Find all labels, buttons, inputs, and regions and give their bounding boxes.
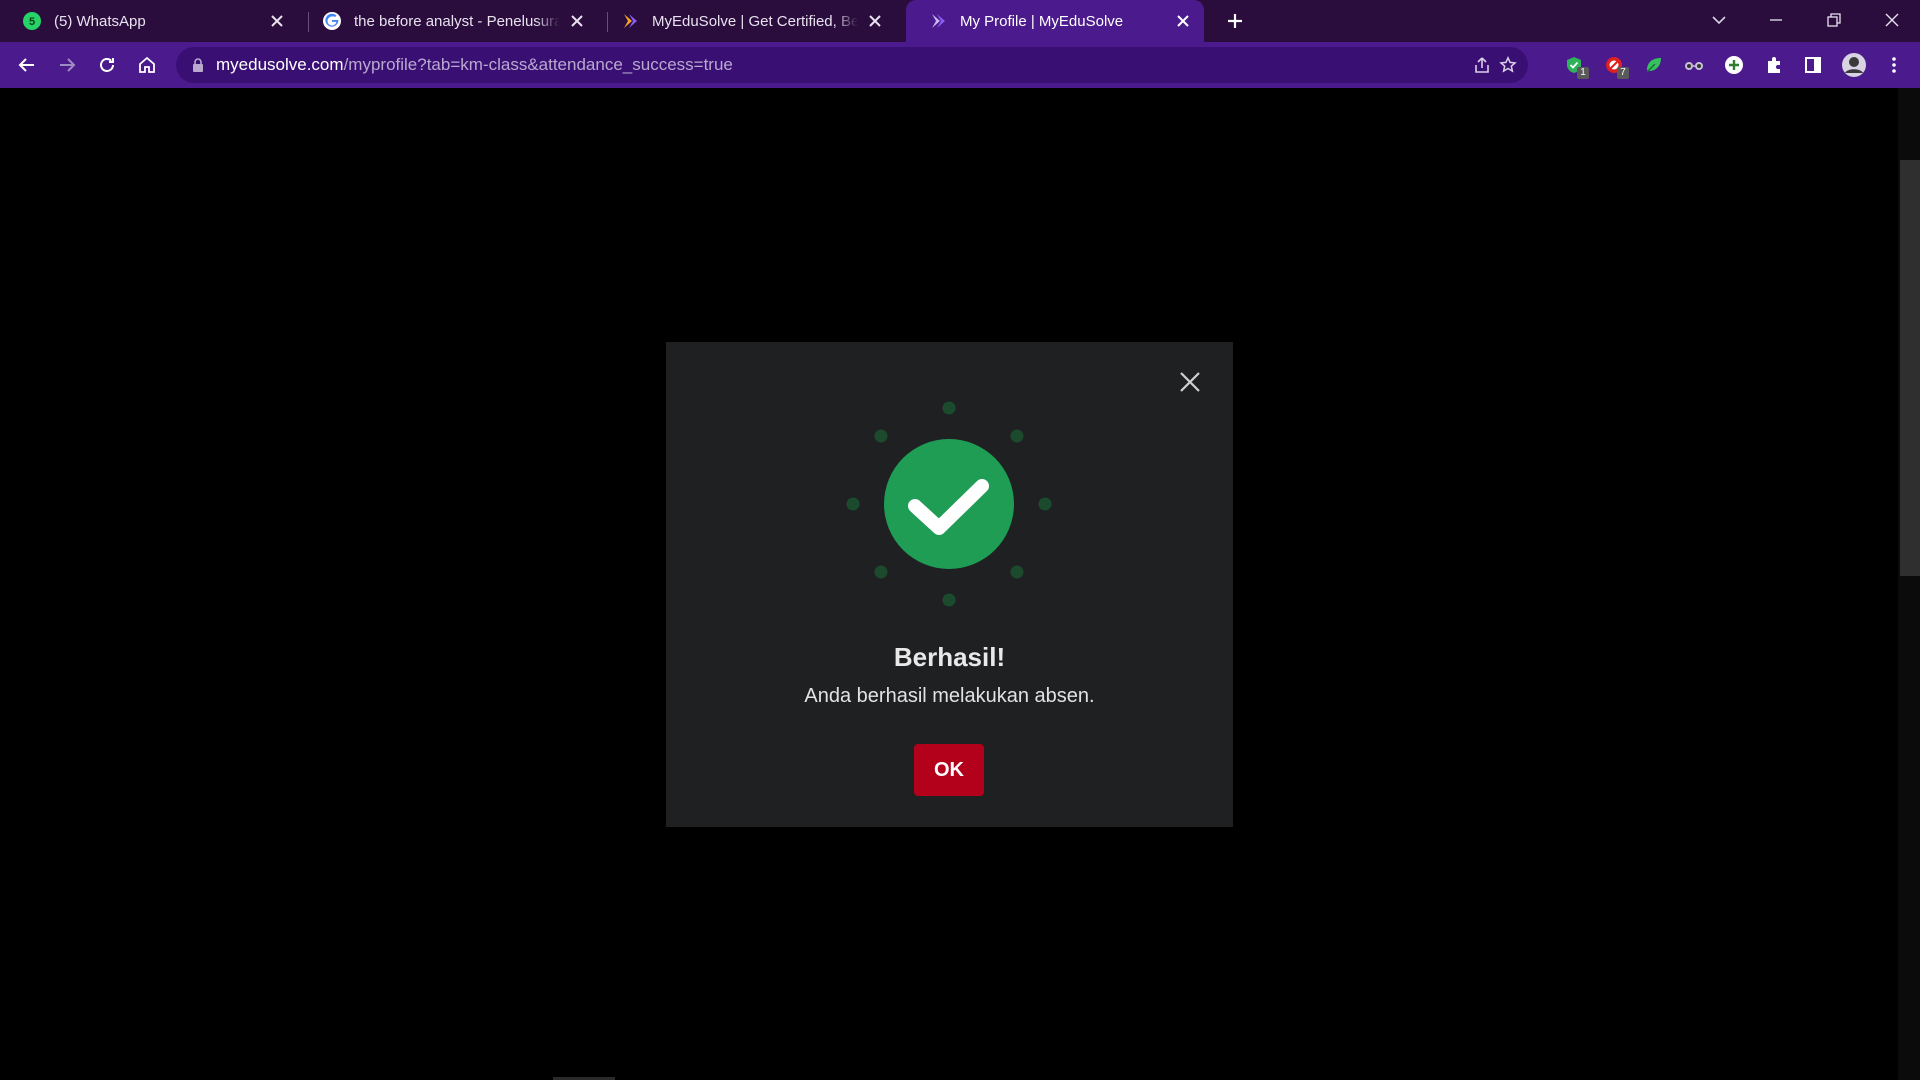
url-text[interactable]: myedusolve.com/myprofile?tab=km-class&at… — [216, 55, 733, 75]
dialog-close-button[interactable] — [1174, 366, 1206, 398]
restore-icon — [1827, 13, 1841, 27]
google-icon — [322, 11, 342, 31]
home-icon — [139, 56, 155, 73]
plus-extension-button[interactable] — [1718, 49, 1750, 81]
close-icon — [1180, 372, 1200, 392]
ok-button[interactable]: OK — [914, 744, 984, 796]
puzzle-icon — [1768, 57, 1780, 73]
plus-extension-icon — [1725, 56, 1743, 74]
tab-title: MyEduSolve | Get Certified, Be Qualified — [652, 12, 858, 30]
chevron-down-icon — [1712, 16, 1726, 25]
share-icon — [1475, 57, 1489, 73]
avatar — [1842, 53, 1866, 77]
leaf-extension-icon — [1646, 58, 1661, 73]
browser-toolbar: myedusolve.com/myprofile?tab=km-class&at… — [0, 42, 1920, 88]
reload-button[interactable] — [91, 49, 123, 81]
extension-badge: 7 — [1617, 67, 1629, 79]
bookmark-button[interactable] — [1492, 49, 1524, 81]
side-panel-button[interactable] — [1797, 49, 1829, 81]
tab-close-icon[interactable] — [266, 10, 288, 32]
more-vertical-icon — [1892, 57, 1896, 73]
url-path: /myprofile?tab=km-class&attendance_succe… — [343, 55, 733, 74]
restore-button[interactable] — [1806, 0, 1862, 40]
forward-button[interactable] — [51, 49, 83, 81]
tab-google-search[interactable]: the before analyst - Penelusuran Google — [300, 0, 598, 42]
tab-my-profile[interactable]: My Profile | MyEduSolve — [906, 0, 1204, 42]
profile-button[interactable] — [1838, 49, 1870, 81]
minimize-icon — [1770, 19, 1782, 21]
shield-extension-button[interactable]: 1 — [1558, 49, 1590, 81]
url-host: myedusolve.com — [216, 55, 344, 74]
tab-title: My Profile | MyEduSolve — [960, 12, 1124, 30]
tab-strip: 5 (5) WhatsApp the before analyst - Pene… — [0, 0, 1920, 42]
scrollbar-thumb[interactable] — [1900, 160, 1920, 576]
arrow-left-icon — [18, 58, 34, 72]
tab-close-icon[interactable] — [1172, 10, 1194, 32]
arrow-right-icon — [60, 58, 76, 72]
close-icon — [1885, 13, 1899, 27]
whatsapp-badge: 5 — [29, 16, 35, 28]
glasses-extension-icon — [1685, 62, 1703, 70]
dialog-title: Berhasil! — [893, 642, 1006, 672]
dialog-message: Anda berhasil melakukan absen. — [804, 685, 1095, 707]
extension-badge: 1 — [1577, 67, 1589, 79]
reload-icon — [100, 58, 114, 72]
leaf-extension-button[interactable] — [1638, 49, 1670, 81]
extensions-button[interactable] — [1758, 49, 1790, 81]
myedusolve-icon — [620, 11, 640, 31]
tab-title: the before analyst - Penelusuran Google — [354, 12, 560, 30]
tab-title: (5) WhatsApp — [54, 12, 146, 30]
minimize-button[interactable] — [1748, 0, 1804, 40]
star-icon — [1499, 56, 1517, 73]
tab-search-button[interactable] — [1691, 0, 1747, 40]
home-button[interactable] — [131, 49, 163, 81]
myedusolve-icon — [928, 11, 948, 31]
success-dialog: Berhasil! Anda berhasil melakukan absen.… — [666, 342, 1233, 827]
close-window-button[interactable] — [1864, 0, 1920, 40]
plus-icon — [1228, 14, 1242, 28]
side-panel-icon — [1805, 57, 1821, 73]
menu-button[interactable] — [1878, 49, 1910, 81]
back-button[interactable] — [11, 49, 43, 81]
tab-whatsapp[interactable]: 5 (5) WhatsApp — [0, 0, 298, 42]
lock-icon[interactable] — [192, 58, 204, 72]
whatsapp-icon: 5 — [22, 11, 42, 31]
new-tab-button[interactable] — [1222, 8, 1248, 34]
address-bar[interactable]: myedusolve.com/myprofile?tab=km-class&at… — [176, 47, 1528, 83]
tab-close-icon[interactable] — [864, 10, 886, 32]
success-check-icon — [846, 401, 1052, 607]
tab-myedusolve-home[interactable]: MyEduSolve | Get Certified, Be Qualified — [598, 0, 896, 42]
tab-close-icon[interactable] — [566, 10, 588, 32]
adblock-extension-button[interactable]: 7 — [1598, 49, 1630, 81]
glasses-extension-button[interactable] — [1678, 49, 1710, 81]
